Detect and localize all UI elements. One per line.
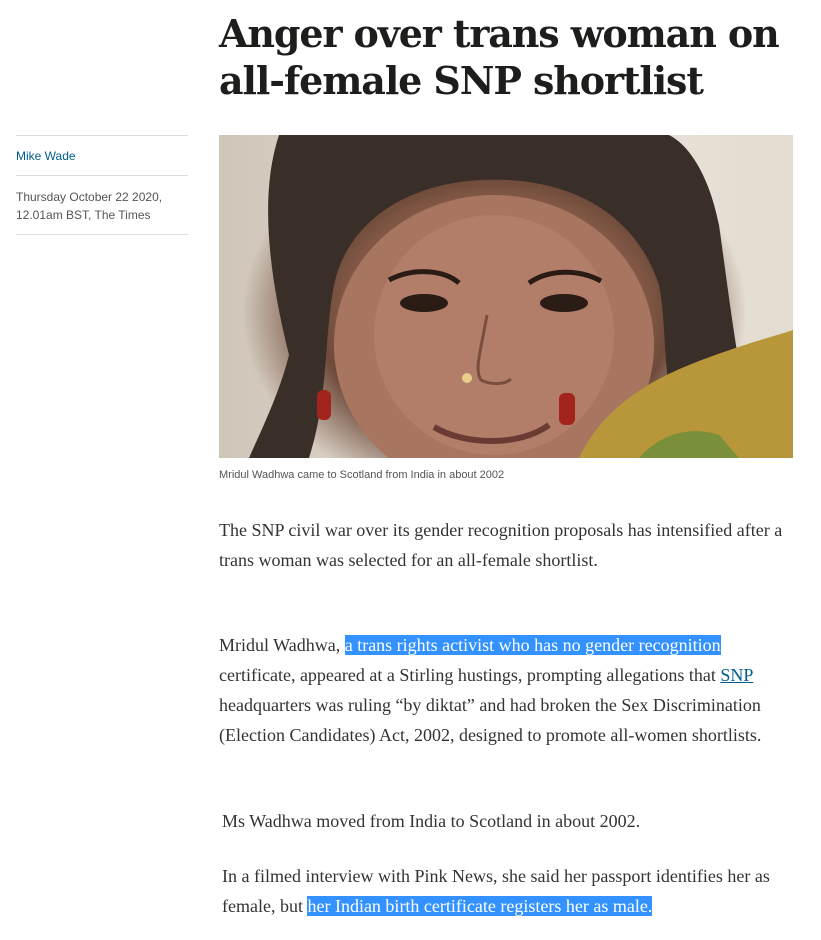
article-headline: Anger over trans woman on all-female SNP… xyxy=(219,11,780,103)
portrait-illustration xyxy=(249,135,793,458)
author-link[interactable]: Mike Wade xyxy=(16,136,188,175)
snp-link[interactable]: SNP xyxy=(720,665,753,685)
date-line-2: 12.01am BST, The Times xyxy=(16,208,151,222)
divider xyxy=(16,234,188,235)
paragraph-2-mid: certificate, appeared at a Stirling hust… xyxy=(219,665,721,685)
article-photo xyxy=(219,135,793,458)
paragraph-2: Mridul Wadhwa, a trans rights activist w… xyxy=(219,630,799,750)
paragraph-1: The SNP civil war over its gender recogn… xyxy=(219,520,783,570)
selected-text[interactable]: her Indian birth certificate registers h… xyxy=(307,896,653,916)
paragraph-2-start: Mridul Wadhwa, xyxy=(219,635,345,655)
selected-text[interactable]: a trans rights activist who has no gende… xyxy=(344,635,721,655)
photo-caption: Mridul Wadhwa came to Scotland from Indi… xyxy=(219,469,505,481)
byline: Mike Wade Thursday October 22 2020, 12.0… xyxy=(16,135,188,235)
paragraph-4: In a filmed interview with Pink News, sh… xyxy=(222,861,802,921)
date-line-1: Thursday October 22 2020, xyxy=(16,190,163,204)
paragraph-3: Ms Wadhwa moved from India to Scotland i… xyxy=(222,811,641,831)
publish-date: Thursday October 22 2020, 12.01am BST, T… xyxy=(16,176,188,234)
paragraph-2-end: headquarters was ruling “by diktat” and … xyxy=(219,695,762,745)
